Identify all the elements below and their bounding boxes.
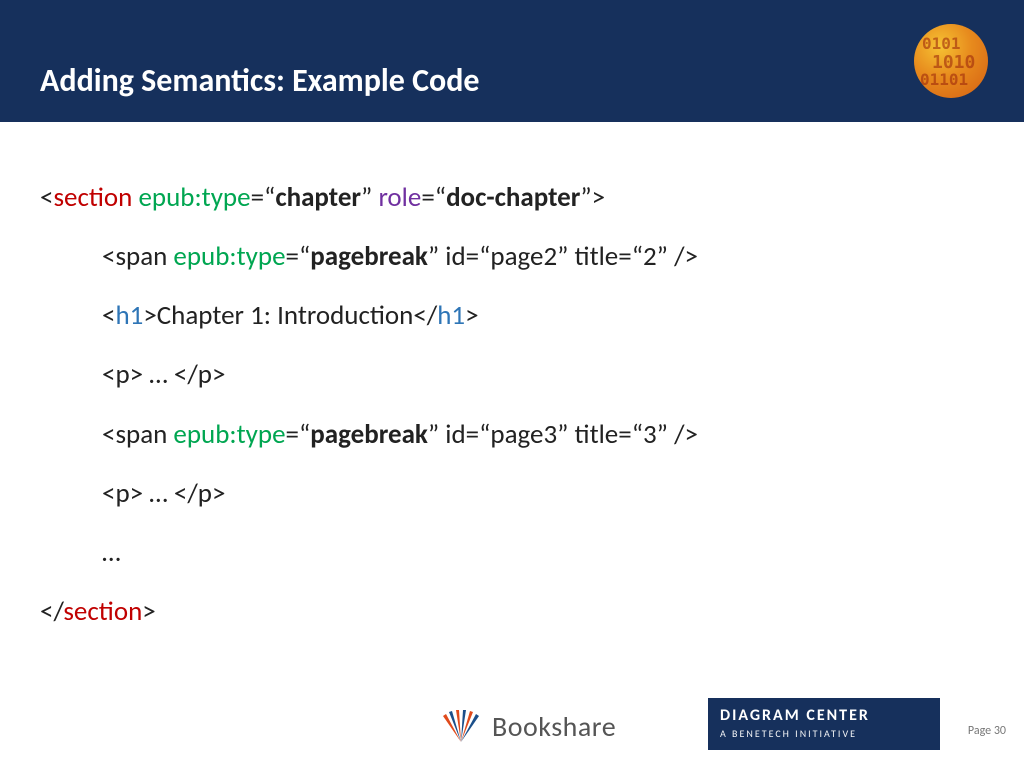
diagram-center-logo: DIAGRAM CENTER A BENETECH INITIATIVE [708,698,940,750]
diagram-line1: DIAGRAM CENTER [720,706,928,725]
slide-footer: Bookshare DIAGRAM CENTER A BENETECH INIT… [0,690,1024,750]
slide-content: <section epub:type=“chapter” role=“doc-c… [0,122,1024,631]
slide: Adding Semantics: Example Code 0101 1010… [0,0,1024,768]
fan-icon [440,710,482,744]
diagram-line2: A BENETECH INITIATIVE [720,727,928,740]
code-line-4: <p> … </p> [40,355,984,394]
code-line-1: <section epub:type=“chapter” role=“doc-c… [40,178,984,217]
code-line-6: <p> … </p> [40,474,984,513]
code-example: <section epub:type=“chapter” role=“doc-c… [40,178,984,631]
page-number: Page 30 [968,724,1006,738]
bookshare-logo: Bookshare [440,709,616,744]
code-line-7: … [40,533,984,572]
globe-icon: 0101 1010 01101 [914,24,988,98]
code-line-3: <h1>Chapter 1: Introduction</h1> [40,296,984,335]
slide-header: Adding Semantics: Example Code 0101 1010… [0,0,1024,122]
code-line-8: </section> [40,592,984,631]
code-line-2: <span epub:type=“pagebreak” id=“page2” t… [40,237,984,276]
bookshare-text: Bookshare [492,709,616,744]
code-line-5: <span epub:type=“pagebreak” id=“page3” t… [40,415,984,454]
slide-title: Adding Semantics: Example Code [40,61,480,100]
